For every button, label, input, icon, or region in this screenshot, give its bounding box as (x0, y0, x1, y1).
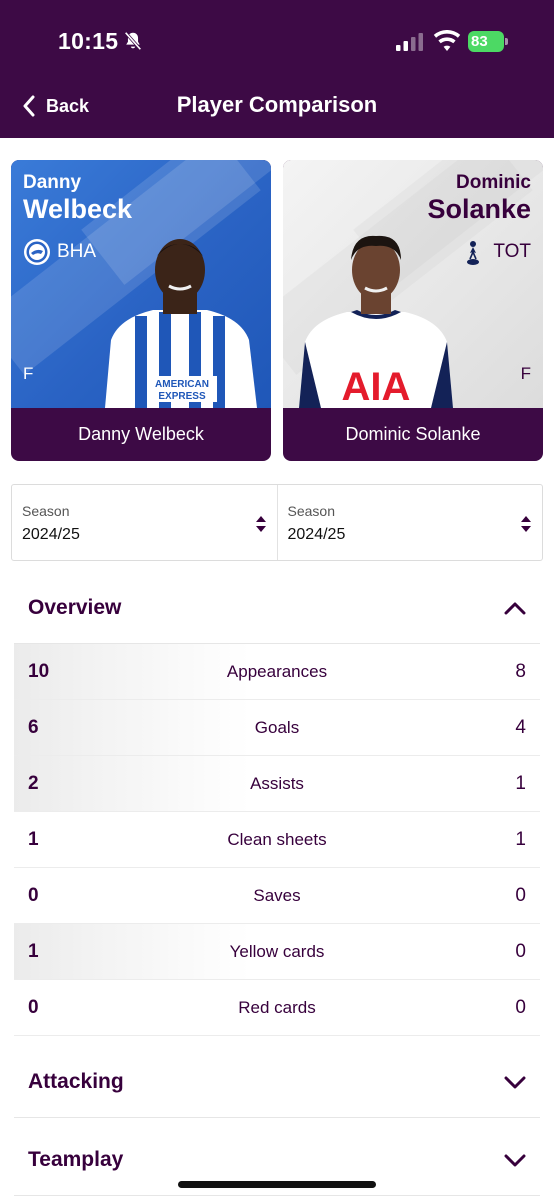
overview-section-toggle[interactable]: Overview (14, 572, 540, 644)
season-select-left[interactable]: Season 2024/25 (12, 485, 277, 560)
battery-tip (505, 38, 508, 45)
player-position: F (520, 364, 531, 383)
player-card-solanke[interactable]: Dominic Solanke TOT F AIA Dominic Solank (283, 160, 543, 461)
stat-row-assists: 2 Assists 1 (14, 756, 540, 812)
stat-left-value: 1 (28, 828, 39, 850)
sort-arrows-icon (521, 516, 531, 532)
stat-label: Saves (253, 885, 301, 905)
chevron-down-icon (504, 1076, 526, 1088)
stat-row-clean-sheets: 1 Clean sheets 1 (14, 812, 540, 868)
player-position: F (23, 364, 34, 383)
section-title: Overview (28, 595, 122, 619)
club-code: BHA (57, 241, 97, 262)
stat-right-value: 0 (515, 884, 526, 906)
stat-right-value: 4 (515, 716, 526, 738)
player-last-name: Welbeck (23, 194, 133, 224)
stat-right-value: 1 (515, 828, 526, 850)
battery-level: 83 (468, 31, 504, 52)
status-time: 10:15 (58, 28, 119, 54)
cellular-signal-icon (396, 33, 423, 51)
season-value: 2024/25 (287, 526, 346, 543)
svg-text:AIA: AIA (342, 365, 411, 408)
season-label: Season (287, 503, 335, 519)
home-indicator[interactable] (178, 1181, 376, 1188)
chevron-down-icon (504, 1154, 526, 1166)
stat-label: Goals (254, 717, 300, 737)
stat-left-value: 1 (28, 940, 39, 962)
player-first-name: Dominic (456, 172, 531, 193)
club-code: TOT (493, 241, 531, 262)
stat-row-red-cards: 0 Red cards 0 (14, 980, 540, 1036)
battery-indicator: 83 (468, 31, 508, 52)
svg-text:AMERICAN: AMERICAN (155, 379, 209, 390)
chevron-up-icon (504, 602, 526, 614)
brighton-badge-icon (24, 239, 50, 265)
stat-left-value: 0 (28, 884, 39, 906)
season-selectors: Season 2024/25 Season 2024/25 (11, 484, 543, 561)
stat-row-yellow-cards: 1 Yellow cards 0 (14, 924, 540, 980)
player-card-welbeck[interactable]: Danny Welbeck BHA F AMERICAN EXPRESS Dan… (11, 160, 271, 461)
stat-row-saves: 0 Saves 0 (14, 868, 540, 924)
bell-muted-icon (124, 31, 142, 51)
stat-row-appearances: 10 Appearances 8 (14, 644, 540, 700)
player-full-name: Dominic Solanke (345, 424, 481, 444)
season-label: Season (22, 503, 70, 519)
wifi-icon (433, 30, 461, 51)
sort-arrows-icon (255, 516, 266, 532)
app-header: 10:15 83 Back Player Comparison (0, 0, 554, 138)
player-card-background: Dominic Solanke TOT F AIA (283, 160, 543, 408)
stat-left-value: 6 (28, 716, 39, 738)
page-title: Player Comparison (176, 92, 378, 117)
stat-label: Yellow cards (229, 941, 325, 961)
stat-label: Red cards (238, 997, 316, 1017)
player-club: BHA (23, 238, 96, 266)
stat-left-value: 0 (28, 996, 39, 1018)
player-photo: AMERICAN EXPRESS (105, 239, 257, 408)
stat-right-value: 8 (515, 660, 526, 682)
season-select-right[interactable]: Season 2024/25 (276, 485, 543, 560)
section-title: Attacking (28, 1069, 124, 1093)
attacking-section-toggle[interactable]: Attacking (14, 1046, 540, 1118)
section-title: Teamplay (28, 1147, 124, 1171)
stat-left-value: 2 (28, 772, 39, 794)
player-photo: AIA (299, 235, 453, 408)
player-first-name: Danny (23, 172, 82, 193)
player-club: TOT (459, 238, 531, 266)
season-value: 2024/25 (22, 526, 80, 543)
stat-row-goals: 6 Goals 4 (14, 700, 540, 756)
stat-right-value: 1 (515, 772, 526, 794)
player-last-name: Solanke (427, 194, 531, 224)
svg-text:EXPRESS: EXPRESS (158, 391, 206, 402)
tottenham-badge-icon (467, 241, 480, 265)
stat-label: Clean sheets (227, 829, 327, 849)
stat-label: Assists (250, 773, 304, 793)
stat-right-value: 0 (515, 940, 526, 962)
player-card-background: Danny Welbeck BHA F AMERICAN EXPRESS (11, 160, 271, 408)
stat-left-value: 10 (28, 660, 50, 682)
player-full-name: Danny Welbeck (78, 424, 204, 444)
stat-right-value: 0 (515, 996, 526, 1018)
stat-label: Appearances (226, 661, 328, 681)
